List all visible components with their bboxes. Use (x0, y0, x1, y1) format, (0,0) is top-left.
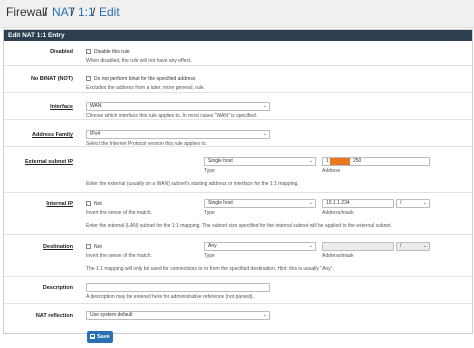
external-address-prefix: 1 (326, 158, 329, 164)
disabled-label: Disabled (50, 49, 73, 55)
breadcrumb-edit: Edit (99, 5, 120, 19)
internal-not-text: Not (94, 201, 102, 207)
row-destination: Destination Not Invert the sense of the … (4, 235, 472, 277)
redacted-block (330, 158, 350, 165)
destination-address-input[interactable] (322, 242, 394, 251)
internal-mask-select[interactable]: / ⌄ (396, 199, 430, 208)
chevron-down-icon: ⌄ (262, 312, 267, 318)
row-description: Description A description may be entered… (4, 277, 472, 304)
row-external-subnet: External subnet IP Single host ⌄ Type 1 … (4, 147, 472, 193)
internal-address-input[interactable]: 10.1.1.234 (322, 199, 394, 208)
external-address-caption: Address (322, 168, 341, 174)
row-address-family: Address Family IPv4 ⌄ Select the Interne… (4, 120, 472, 147)
internal-type-caption: Type (204, 210, 215, 216)
destination-invert-help: Invert the sense of the match. (86, 253, 152, 259)
internal-invert-help: Invert the sense of the match. (86, 210, 152, 216)
nat-reflection-value: Use system default (90, 312, 133, 318)
description-label: Description (42, 285, 73, 291)
breadcrumb-firewall: Firewall (6, 5, 48, 19)
chevron-down-icon: ⌄ (422, 243, 427, 249)
row-interface: Interface WAN ⌄ Choose which interface t… (4, 93, 472, 120)
interface-label: Interface (50, 104, 73, 110)
row-nat-reflection: NAT reflection Use system default ⌄ (4, 304, 472, 332)
internal-not-checkbox[interactable] (86, 201, 91, 206)
destination-type-caption: Type (204, 253, 215, 259)
destination-mask-select[interactable]: / ⌄ (396, 242, 430, 251)
external-type-select[interactable]: Single host ⌄ (204, 157, 316, 166)
chevron-down-icon: ⌄ (308, 200, 313, 206)
breadcrumb-separator: / (44, 5, 48, 19)
address-family-value: IPv4 (90, 131, 101, 137)
internal-ip-label: Internal IP (46, 201, 73, 207)
row-nobinat: No BINAT (NOT) Do not perform binat for … (4, 66, 472, 93)
panel-title: Edit NAT 1:1 Entry (4, 30, 472, 41)
chevron-down-icon: ⌄ (422, 200, 427, 206)
description-input[interactable] (86, 283, 270, 292)
external-address-input[interactable]: 1 250 (322, 157, 430, 166)
save-button[interactable]: Save (87, 331, 113, 343)
destination-not-text: Not (94, 244, 102, 250)
external-address-suffix: 250 (353, 158, 362, 164)
breadcrumb-separator: / (71, 5, 75, 19)
destination-type-value: Any (208, 243, 217, 249)
destination-not-checkbox[interactable] (86, 244, 91, 249)
row-disabled: Disabled Disable this rule When disabled… (4, 41, 472, 66)
breadcrumb: Firewall / NAT / 1:1 / Edit (0, 0, 474, 28)
chevron-down-icon: ⌄ (262, 103, 267, 109)
breadcrumb-separator: / (92, 5, 96, 19)
nobinat-checkbox-text: Do not perform binat for the specified a… (94, 76, 196, 82)
address-family-select[interactable]: IPv4 ⌄ (86, 130, 270, 139)
destination-help: The 1:1 mapping will only be used for co… (86, 266, 334, 272)
internal-mask-sep: / (400, 200, 402, 206)
save-label: Save (97, 334, 110, 340)
edit-entry-panel: Edit NAT 1:1 Entry Disabled Disable this… (3, 29, 473, 334)
destination-mask-sep: / (400, 243, 402, 249)
nat-reflection-label: NAT reflection (35, 313, 73, 319)
external-subnet-label: External subnet IP (25, 159, 73, 165)
interface-select[interactable]: WAN ⌄ (86, 102, 270, 111)
nobinat-help: Excludes the address from a later, more … (86, 85, 205, 91)
nobinat-checkbox[interactable] (86, 76, 91, 81)
external-subnet-help: Enter the external (usually on a WAN) su… (86, 181, 299, 187)
nobinat-label: No BINAT (NOT) (30, 76, 73, 82)
interface-value: WAN (90, 103, 102, 109)
interface-help: Choose which interface this rule applies… (86, 113, 258, 119)
external-type-caption: Type (204, 168, 215, 174)
description-help: A description may be entered here for ad… (86, 294, 254, 300)
internal-type-value: Single host (208, 200, 233, 206)
destination-address-caption: Address/mask (322, 253, 354, 259)
row-internal-ip: Internal IP Not Invert the sense of the … (4, 193, 472, 235)
chevron-down-icon: ⌄ (308, 158, 313, 164)
destination-label: Destination (43, 244, 73, 250)
disabled-checkbox[interactable] (86, 49, 91, 54)
chevron-down-icon: ⌄ (262, 131, 267, 137)
address-family-label: Address Family (32, 132, 73, 138)
chevron-down-icon: ⌄ (308, 243, 313, 249)
internal-address-caption: Address/mask (322, 210, 354, 216)
internal-type-select[interactable]: Single host ⌄ (204, 199, 316, 208)
disabled-checkbox-text: Disable this rule (94, 49, 130, 55)
internal-address-value: 10.1.1.234 (326, 200, 350, 206)
nat-reflection-select[interactable]: Use system default ⌄ (86, 311, 270, 320)
save-icon (90, 334, 95, 339)
destination-type-select[interactable]: Any ⌄ (204, 242, 316, 251)
disabled-help: When disabled, the rule will not have an… (86, 58, 192, 64)
external-type-value: Single host (208, 158, 233, 164)
internal-ip-help: Enter the internal (LAN) subnet for the … (86, 223, 392, 229)
